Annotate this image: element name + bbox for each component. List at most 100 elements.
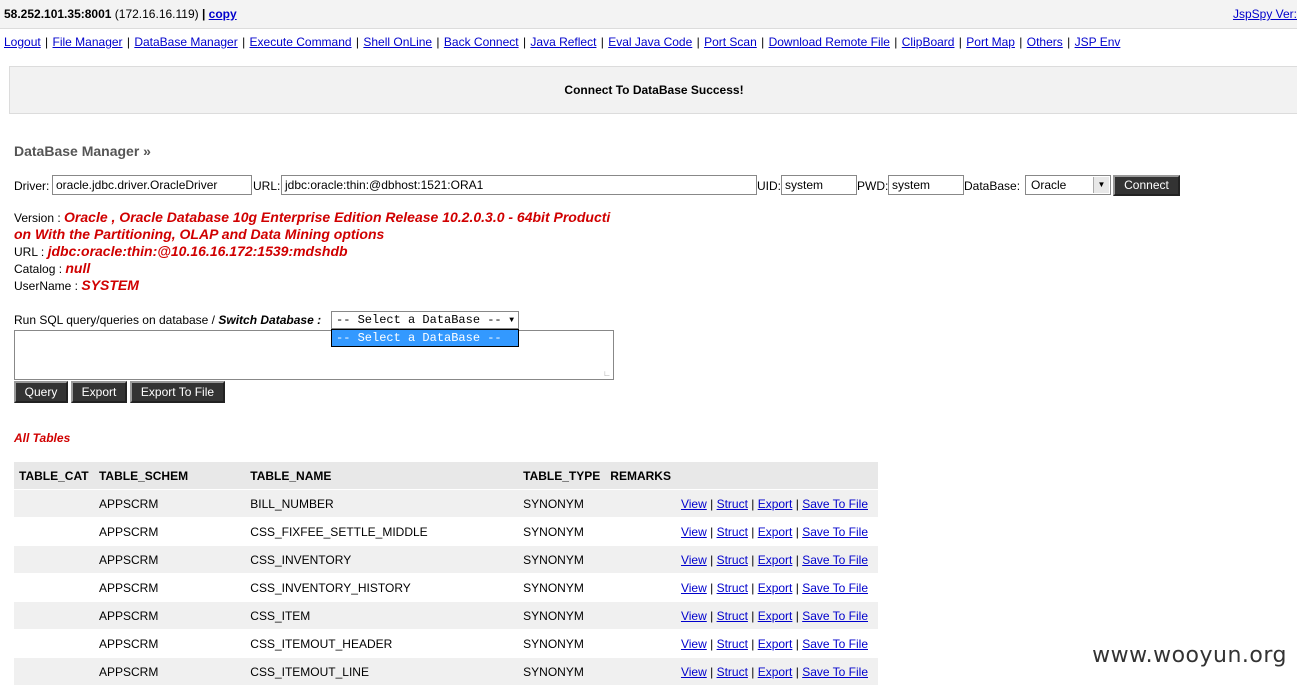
row-actions: View | Struct | Export | Save To File — [676, 574, 878, 602]
action-view-link[interactable]: View — [681, 637, 707, 651]
connect-button[interactable]: Connect — [1113, 175, 1180, 196]
cell-type: SYNONYM — [518, 658, 605, 685]
action-save-to-file-link[interactable]: Save To File — [802, 553, 868, 567]
action-view-link[interactable]: View — [681, 553, 707, 567]
action-save-to-file-link[interactable]: Save To File — [802, 497, 868, 511]
cell-schem: APPSCRM — [94, 658, 245, 685]
page-title: DataBase Manager » — [14, 143, 151, 159]
action-struct-link[interactable]: Struct — [717, 609, 748, 623]
action-view-link[interactable]: View — [681, 665, 707, 679]
action-export-link[interactable]: Export — [758, 553, 793, 567]
nav-link-database-manager[interactable]: DataBase Manager — [134, 35, 237, 49]
action-struct-link[interactable]: Struct — [717, 637, 748, 651]
table-row: APPSCRMCSS_ITEMOUT_LINESYNONYMView | Str… — [14, 658, 878, 685]
cell-type: SYNONYM — [518, 546, 605, 574]
query-button[interactable]: Query — [14, 381, 68, 403]
url-info-label: URL : — [14, 245, 44, 259]
action-save-to-file-link[interactable]: Save To File — [802, 665, 868, 679]
switch-database-value: -- Select a DataBase -- — [336, 313, 502, 327]
action-export-link[interactable]: Export — [758, 497, 793, 511]
action-separator: | — [792, 609, 802, 623]
nav-separator: | — [1016, 35, 1026, 49]
switch-database-option[interactable]: -- Select a DataBase -- — [331, 329, 519, 347]
pwd-input[interactable]: system — [888, 175, 964, 195]
cell-schem: APPSCRM — [94, 518, 245, 546]
nav-link-eval-java-code[interactable]: Eval Java Code — [608, 35, 692, 49]
nav-link-execute-command[interactable]: Execute Command — [250, 35, 352, 49]
action-view-link[interactable]: View — [681, 581, 707, 595]
resize-grip-icon[interactable]: ∟ — [603, 369, 611, 378]
nav-separator: | — [124, 35, 134, 49]
action-struct-link[interactable]: Struct — [717, 497, 748, 511]
url-input[interactable]: jdbc:oracle:thin:@dbhost:1521:ORA1 — [281, 175, 757, 195]
cell-name: CSS_FIXFEE_SETTLE_MIDDLE — [245, 518, 518, 546]
switch-database-label: Switch Database : — [218, 313, 321, 327]
action-separator: | — [707, 665, 717, 679]
action-struct-link[interactable]: Struct — [717, 665, 748, 679]
table-header-row: TABLE_CAT TABLE_SCHEM TABLE_NAME TABLE_T… — [14, 462, 878, 490]
nav-link-logout[interactable]: Logout — [4, 35, 41, 49]
action-separator: | — [748, 497, 758, 511]
table-row: APPSCRMCSS_ITEMOUT_HEADERSYNONYMView | S… — [14, 630, 878, 658]
nav-link-port-map[interactable]: Port Map — [966, 35, 1015, 49]
status-message-box: Connect To DataBase Success! — [9, 66, 1297, 114]
uid-input[interactable]: system — [781, 175, 857, 195]
nav-link-file-manager[interactable]: File Manager — [53, 35, 123, 49]
nav-separator: | — [353, 35, 363, 49]
version-info: Version : Oracle , Oracle Database 10g E… — [14, 209, 610, 225]
action-view-link[interactable]: View — [681, 525, 707, 539]
nav-link-jsp-env[interactable]: JSP Env — [1075, 35, 1121, 49]
sql-query-textarea[interactable]: ∟ — [14, 330, 614, 380]
nav-link-java-reflect[interactable]: Java Reflect — [530, 35, 596, 49]
status-message: Connect To DataBase Success! — [10, 83, 1297, 97]
action-export-link[interactable]: Export — [758, 637, 793, 651]
version-link[interactable]: JspSpy Ver: — [1233, 7, 1297, 21]
nav-link-others[interactable]: Others — [1027, 35, 1063, 49]
action-save-to-file-link[interactable]: Save To File — [802, 525, 868, 539]
switch-database-select[interactable]: -- Select a DataBase -- ▼ — [331, 311, 519, 329]
action-view-link[interactable]: View — [681, 497, 707, 511]
action-struct-link[interactable]: Struct — [717, 525, 748, 539]
username-info: UserName : SYSTEM — [14, 277, 139, 293]
nav-separator: | — [891, 35, 901, 49]
action-export-link[interactable]: Export — [758, 665, 793, 679]
nav-link-shell-online[interactable]: Shell OnLine — [363, 35, 432, 49]
cell-cat — [14, 602, 94, 630]
url-info-value: jdbc:oracle:thin:@10.16.16.172:1539:mdsh… — [48, 243, 348, 259]
action-separator: | — [707, 553, 717, 567]
action-export-link[interactable]: Export — [758, 525, 793, 539]
action-separator: | — [792, 497, 802, 511]
action-struct-link[interactable]: Struct — [717, 581, 748, 595]
driver-input[interactable]: oracle.jdbc.driver.OracleDriver — [52, 175, 252, 195]
url-info: URL : jdbc:oracle:thin:@10.16.16.172:153… — [14, 243, 348, 259]
cell-schem: APPSCRM — [94, 602, 245, 630]
row-actions: View | Struct | Export | Save To File — [676, 658, 878, 685]
nav-link-back-connect[interactable]: Back Connect — [444, 35, 519, 49]
nav-link-clipboard[interactable]: ClipBoard — [902, 35, 955, 49]
version-value: Oracle , Oracle Database 10g Enterprise … — [64, 209, 610, 225]
action-export-link[interactable]: Export — [758, 581, 793, 595]
export-button[interactable]: Export — [71, 381, 127, 403]
watermark: www.wooyun.org — [1092, 643, 1287, 668]
version-value-cont: on With the Partitioning, OLAP and Data … — [14, 226, 384, 242]
export-to-file-button[interactable]: Export To File — [130, 381, 225, 403]
table-row: APPSCRMBILL_NUMBERSYNONYMView | Struct |… — [14, 490, 878, 518]
action-save-to-file-link[interactable]: Save To File — [802, 637, 868, 651]
action-struct-link[interactable]: Struct — [717, 553, 748, 567]
cell-remarks — [605, 546, 676, 574]
action-export-link[interactable]: Export — [758, 609, 793, 623]
nav-link-port-scan[interactable]: Port Scan — [704, 35, 757, 49]
catalog-value: null — [65, 260, 90, 276]
url-label: URL: — [253, 179, 280, 193]
nav-separator: | — [433, 35, 443, 49]
cell-schem: APPSCRM — [94, 490, 245, 518]
cell-cat — [14, 546, 94, 574]
action-view-link[interactable]: View — [681, 609, 707, 623]
row-actions: View | Struct | Export | Save To File — [676, 490, 878, 518]
nav-separator: | — [693, 35, 703, 49]
action-save-to-file-link[interactable]: Save To File — [802, 609, 868, 623]
copy-link[interactable]: copy — [209, 7, 237, 21]
action-save-to-file-link[interactable]: Save To File — [802, 581, 868, 595]
nav-link-download-remote-file[interactable]: Download Remote File — [769, 35, 890, 49]
database-select[interactable]: Oracle ▼ — [1025, 175, 1111, 195]
